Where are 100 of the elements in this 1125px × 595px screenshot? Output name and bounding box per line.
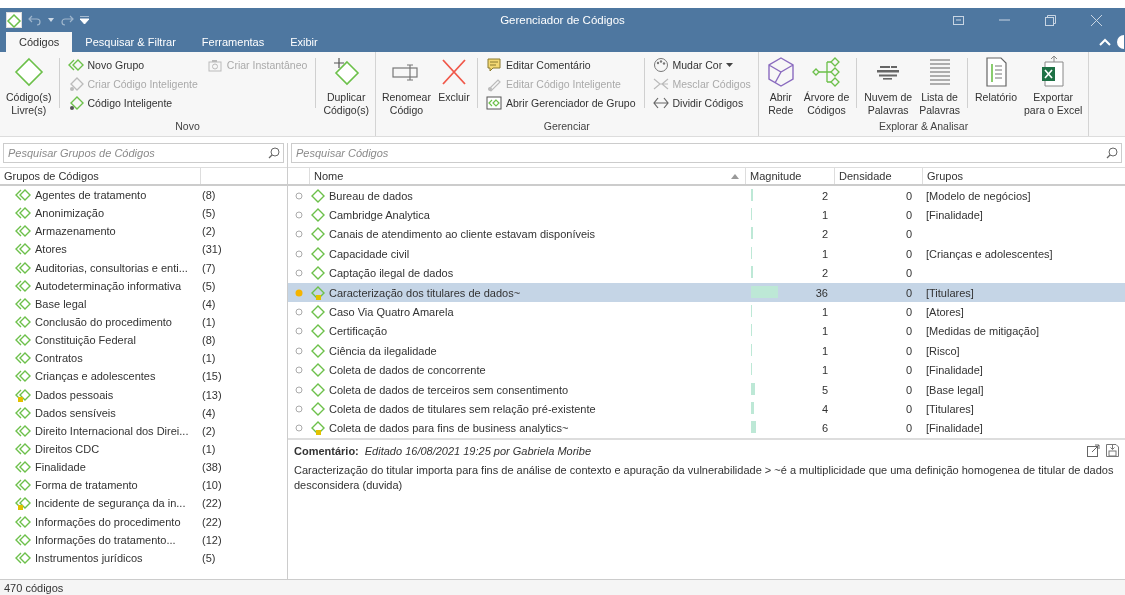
search-icon[interactable] [268,147,280,159]
ribbon-button[interactable]: Editar Comentário [482,56,639,74]
group-name[interactable]: Dados sensíveis [35,406,198,419]
minimize-icon[interactable] [998,19,1010,21]
code-name: Bureau de dados [329,189,413,202]
density-value: 0 [905,267,912,280]
magnitude-value: 1 [821,306,829,319]
column-header[interactable]: Grupos [923,168,1125,184]
search-icon[interactable] [1106,147,1118,159]
table-row[interactable]: Coleta de dados para fins de business analytics~ 6 0 [Finalidade] [288,418,1125,438]
group-name[interactable]: Anonimização [35,207,198,220]
ribbon-button[interactable]: Excluir [435,54,472,106]
table-row[interactable]: Bureau de dados 2 0 [Modelo de negócios] [288,186,1125,206]
column-header[interactable]: Grupos de Códigos [0,168,201,184]
group-name[interactable]: Instrumentos jurídicos [35,551,198,564]
code-groups: [Titulares] [926,286,974,299]
camera-icon [206,57,223,73]
palette-icon [652,57,669,73]
table-row[interactable]: Captação ilegal de dados 2 0 [288,263,1125,283]
magnitude-value: 1 [821,364,829,377]
table-row[interactable]: Coleta de dados de titulares sem relação pré-existente 4 0 [Titulares] [288,399,1125,419]
window-title: Gerenciador de Códigos [500,14,625,26]
group-name[interactable]: Agentes de tratamento [35,189,198,202]
ribbon-button[interactable]: Código(s) Livre(s) [4,54,54,119]
table-row[interactable]: Caso Via Quatro Amarela 1 0 [Atores] [288,302,1125,322]
group-name[interactable]: Conclusão do procedimento [35,316,198,329]
ribbon-button[interactable]: Nuvem de Palavras [862,54,915,119]
ribbon-button[interactable]: Exportar para o Excel [1022,54,1085,119]
table-row[interactable]: Coleta de dados de concorrente 1 0 [Finalidade] [288,360,1125,380]
help-icon[interactable] [1117,35,1125,49]
group-name[interactable]: Informações do tratamento... [35,533,198,546]
save-icon[interactable] [1106,444,1119,457]
ribbon-tab[interactable]: Pesquisar & Filtrar [72,32,189,52]
group-name[interactable]: Armazenamento [35,225,198,238]
group-name[interactable]: Crianças e adolescentes [35,370,198,383]
group-name[interactable]: Base legal [35,297,198,310]
magnitude-value: 2 [821,228,829,241]
group-name[interactable]: Atores [35,243,198,256]
ribbon-button[interactable]: Lista de Palavras [917,54,962,119]
group-name[interactable]: Contratos [35,352,198,365]
code-groups: [Modelo de negócios] [926,189,1031,202]
ribbon-button[interactable]: Código Inteligente [64,94,201,112]
caret-icon[interactable] [48,18,54,22]
table-row[interactable]: Capacidade civil 1 0 [Crianças e adolescentes] [288,244,1125,264]
group-name[interactable]: Direito Internacional dos Direi... [35,424,198,437]
ribbon-tab[interactable]: Exibir [277,32,331,52]
ribbon-tab[interactable]: Ferramentas [188,32,278,52]
close-icon[interactable] [1090,14,1102,26]
magnitude-bar [751,421,756,434]
redo-icon[interactable] [60,14,74,26]
smart-code-icon [67,76,84,92]
code-name: Caracterização dos titulares de dados~ [329,286,521,299]
split-icon [652,95,669,111]
group-name[interactable]: Constituição Federal [35,334,198,347]
density-value: 0 [905,364,912,377]
table-row[interactable]: Certificação 1 0 [Medidas de mitigação] [288,321,1125,342]
ribbon-button[interactable]: Dividir Códigos [649,94,754,112]
magnitude-value: 1 [821,344,829,357]
column-header[interactable]: Magnitude [746,168,835,184]
table-row[interactable]: Canais de atendimento ao cliente estavam disponíveis 2 0 [288,224,1125,245]
ribbon-button[interactable]: Árvore de Códigos [801,54,852,119]
group-name[interactable]: Autodeterminação informativa [35,279,198,292]
ribbon-button[interactable]: Relatório [973,54,1019,106]
code-name: Coleta de dados para fins de business analytics~ [329,422,569,435]
group-name[interactable]: Forma de tratamento [35,479,198,492]
customize-menu-icon[interactable] [80,16,89,24]
undo-icon[interactable] [28,14,42,26]
ribbon-button[interactable]: Abrir Rede [762,54,799,119]
table-row[interactable]: Ciência da ilegalidade 1 0 [Risco] [288,341,1125,361]
ribbon-button[interactable]: Duplicar Código(s) [321,54,371,119]
ribbon-button[interactable]: Renomear Código [379,54,433,119]
restore-icon[interactable] [1044,14,1056,26]
ribbon-group-label: Gerenciar [543,120,590,132]
column-header[interactable]: Nome [310,168,746,184]
search-field[interactable]: Pesquisar Códigos [291,143,1122,163]
group-name[interactable]: Informações do procedimento [35,515,198,528]
collapse-ribbon-icon[interactable] [1099,38,1111,46]
group-name[interactable]: Finalidade [35,461,198,474]
column-header[interactable]: Densidade [835,168,923,184]
ribbon-display-icon[interactable] [952,15,964,25]
group-name[interactable]: Auditorias, consultorias e enti... [35,261,198,274]
group-name[interactable]: Dados pessoais [35,388,198,401]
table-row[interactable]: Coleta de dados de terceiros sem consentimento 5 0 [Base legal] [288,379,1125,400]
density-value: 0 [905,228,912,241]
open-external-icon[interactable] [1087,444,1100,457]
table-row[interactable]: Caracterização dos titulares de dados~ 36 0 [Titulares] [288,282,1125,303]
ribbon-tab[interactable]: Códigos [6,32,73,52]
table-row[interactable]: Cambridge Analytica 1 0 [Finalidade] [288,205,1125,225]
magnitude-value: 36 [815,286,829,299]
code-groups: [Finalidade] [926,209,983,222]
search-field[interactable]: Pesquisar Grupos de Códigos [3,143,284,163]
group-name[interactable]: Incidente de segurança da in... [35,497,198,510]
ribbon-button[interactable]: Abrir Gerenciador de Grupo [482,94,639,112]
group-name[interactable]: Direitos CDC [35,443,198,456]
ribbon-button[interactable]: Mudar Cor [649,56,754,74]
smart-code-icon [67,95,84,111]
ribbon-button[interactable]: Novo Grupo [64,56,201,74]
group-count: (2) [202,424,216,437]
app-icon[interactable] [6,12,22,28]
status-text: 470 códigos [4,581,64,594]
